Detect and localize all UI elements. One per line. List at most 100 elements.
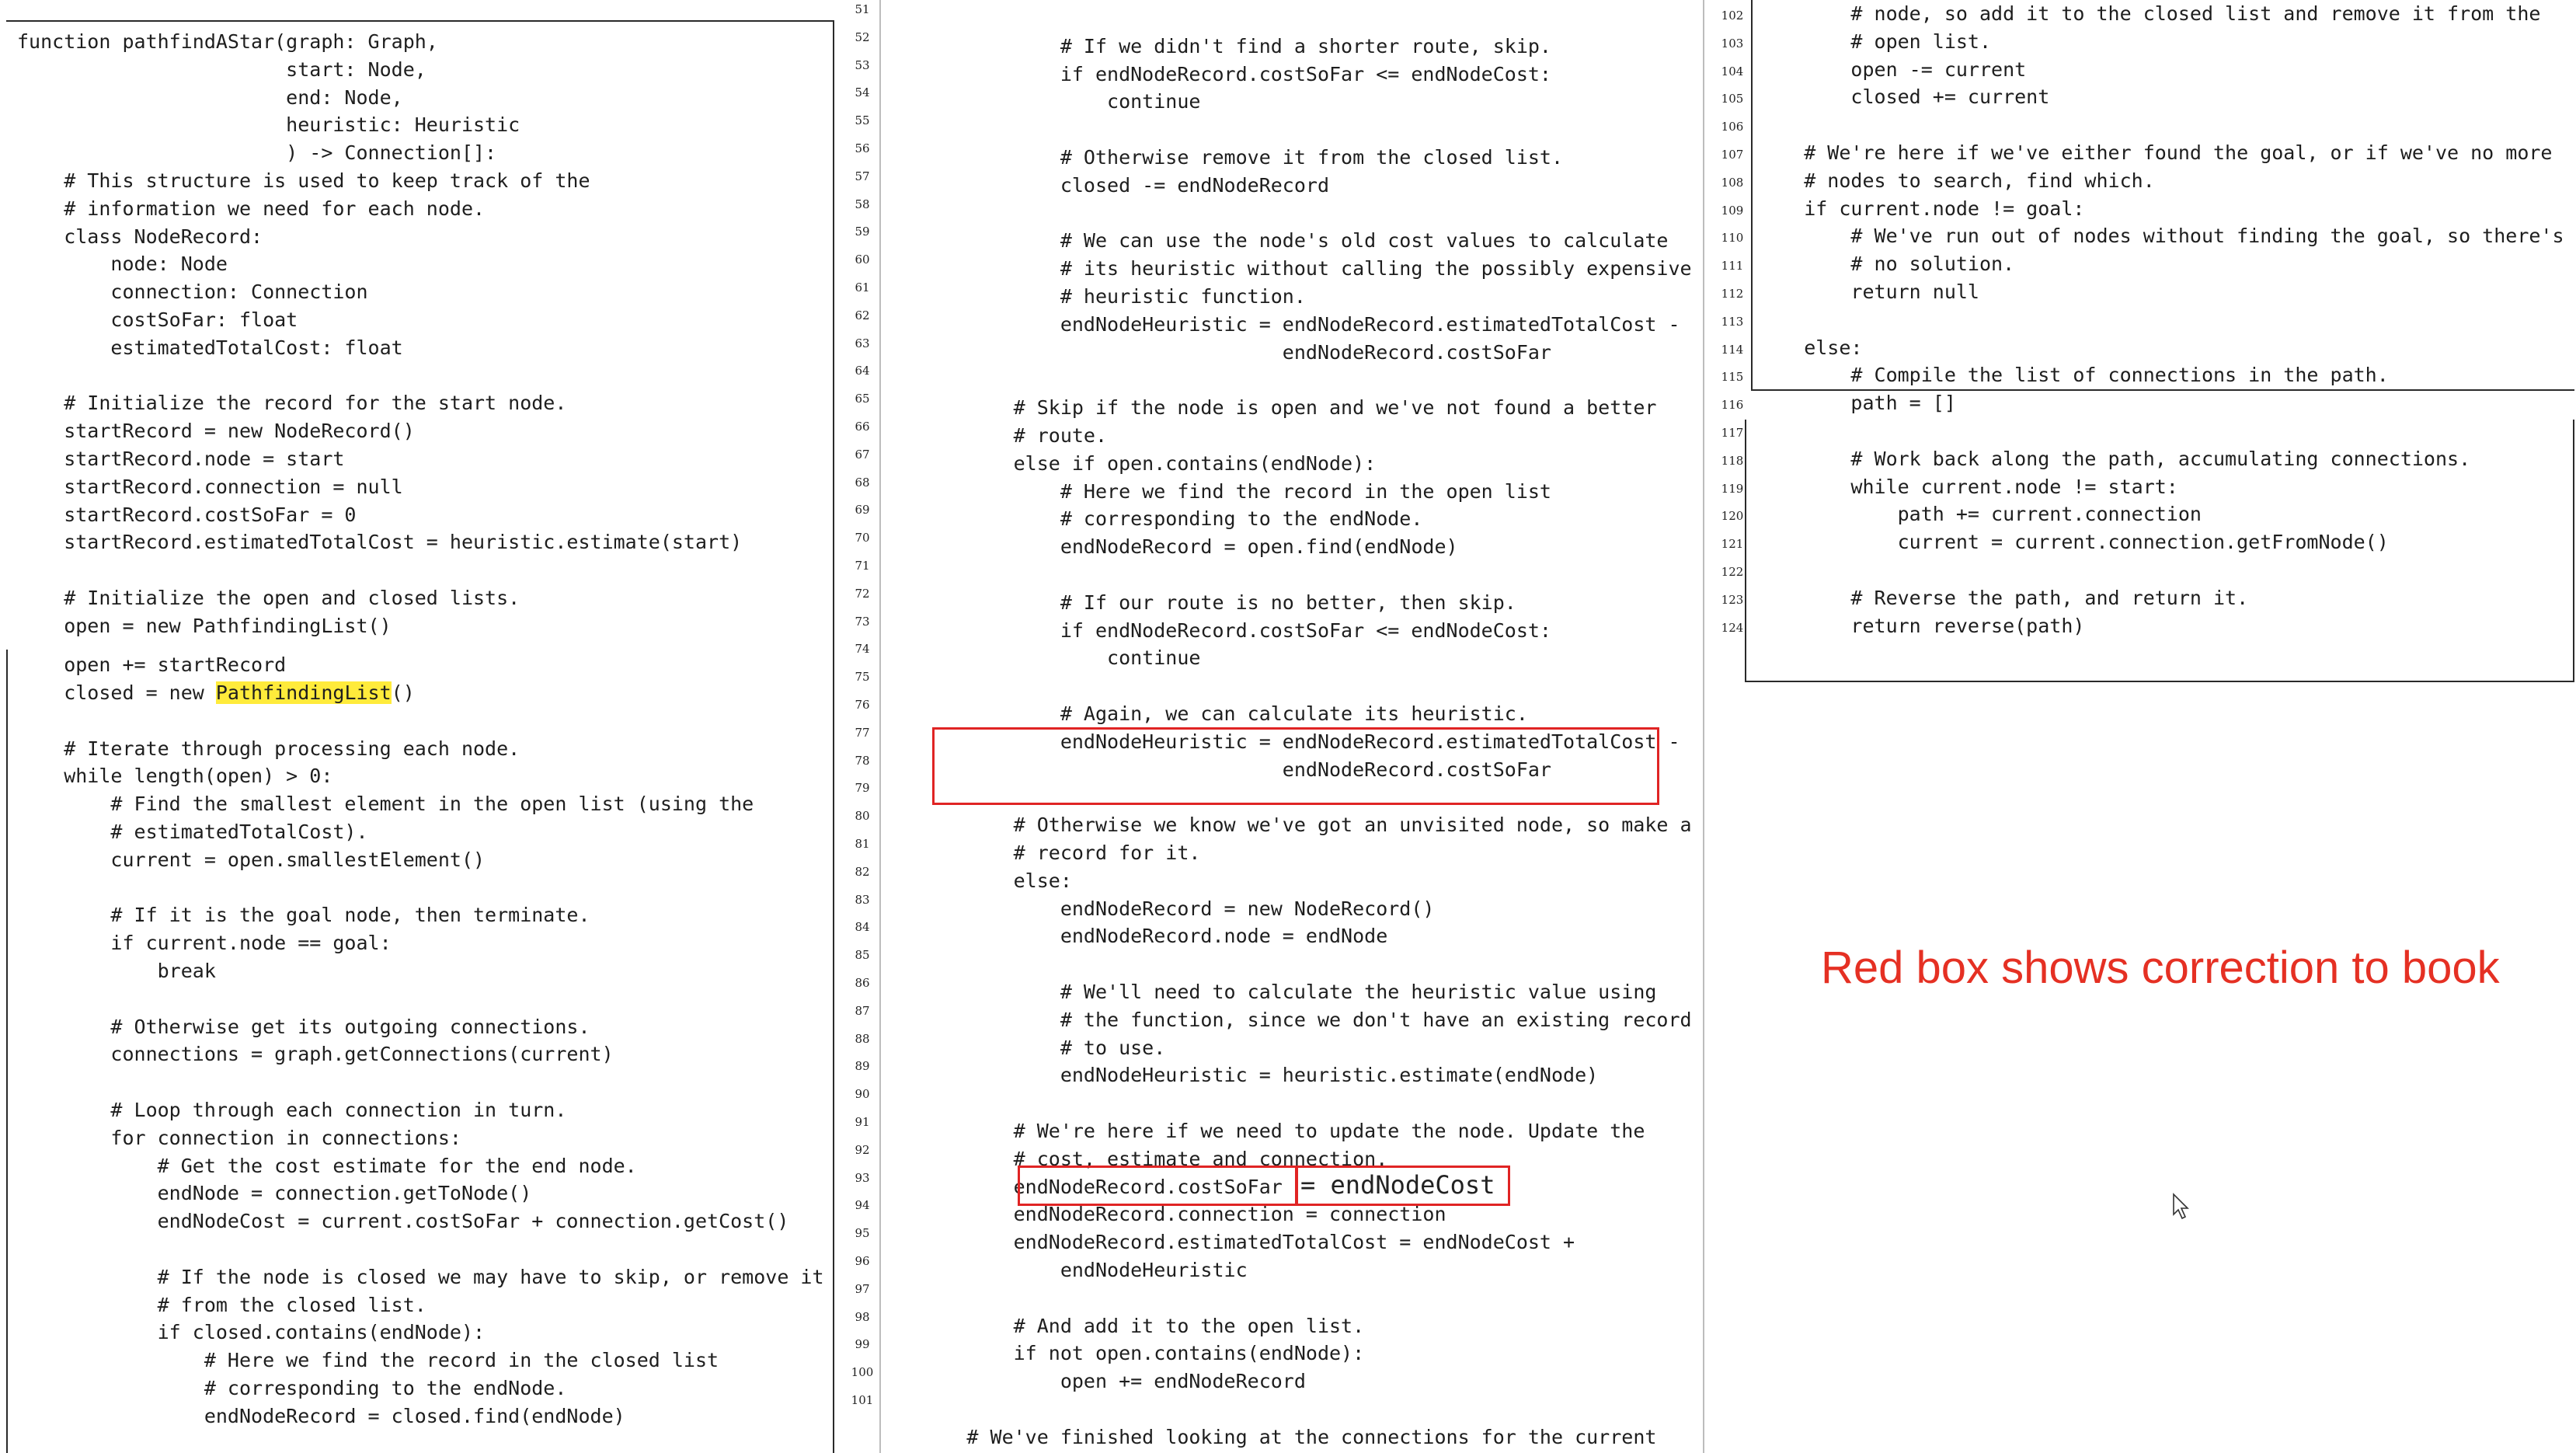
line-number: 118 xyxy=(1721,453,1744,468)
line-number: 110 xyxy=(1721,231,1744,246)
code-line: # Otherwise remove it from the closed li… xyxy=(873,146,1564,169)
code-line: current = open.smallestElement() xyxy=(17,848,486,871)
code-line: closed += current xyxy=(1757,85,2050,109)
code-line: startRecord.costSoFar = 0 xyxy=(17,503,357,526)
code-line: startRecord.connection = null xyxy=(17,475,403,498)
code-line: # Otherwise get its outgoing connections… xyxy=(17,1015,590,1038)
correction-box-costsofar xyxy=(1018,1166,1297,1206)
code-line: if current.node != goal: xyxy=(1757,197,2085,220)
code-line: # the function, since we don't have an e… xyxy=(873,1008,1692,1031)
code-line: endNode = connection.getToNode() xyxy=(17,1182,532,1205)
line-number: 111 xyxy=(1721,259,1744,274)
code-line: # If we didn't find a shorter route, ski… xyxy=(873,34,1551,57)
code-line: current = current.connection.getFromNode… xyxy=(1757,531,2389,554)
correction-text: = endNodeCost xyxy=(1300,1170,1495,1200)
code-line: continue xyxy=(873,646,1201,670)
code-line: return reverse(path) xyxy=(1757,614,2085,637)
code-line: # We've run out of nodes without finding… xyxy=(1757,225,2564,248)
middle-right-rule xyxy=(1703,0,1704,1453)
code-line: if endNodeRecord.costSoFar <= endNodeCos… xyxy=(873,62,1551,85)
code-line: # Iterate through processing each node. xyxy=(17,737,520,760)
line-number: 104 xyxy=(1721,64,1744,78)
code-line: closed -= endNodeRecord xyxy=(873,173,1329,197)
code-line: while current.node != start: xyxy=(1757,475,2178,498)
code-line: # Work back along the path, accumulating… xyxy=(1757,447,2471,470)
line-number: 108 xyxy=(1721,175,1744,190)
code-line: # heuristic function. xyxy=(873,285,1306,308)
code-line: # from the closed list. xyxy=(17,1293,426,1316)
line-number: 124 xyxy=(1721,620,1744,635)
code-line: if closed.contains(endNode): xyxy=(17,1321,486,1344)
code-line: open -= current xyxy=(1757,57,2027,81)
code-line: # If our route is no better, then skip. xyxy=(873,591,1516,614)
line-number: 106 xyxy=(1721,120,1744,134)
line-number: 115 xyxy=(1721,370,1744,385)
code-line: endNodeRecord = closed.find(endNode) xyxy=(17,1404,625,1427)
code-line: open += startRecord xyxy=(17,653,287,676)
line-number: 102 xyxy=(1721,9,1744,23)
mouse-cursor-icon xyxy=(2173,1193,2189,1220)
code-line: # route. xyxy=(873,424,1108,447)
line-number: 122 xyxy=(1721,565,1744,579)
code-fragment: () xyxy=(391,681,415,704)
code-line: # nodes to search, find which. xyxy=(1757,169,2155,192)
code-line: costSoFar: float xyxy=(17,308,298,331)
code-line: path += current.connection xyxy=(1757,503,2202,526)
code-line: connection: Connection xyxy=(17,280,368,304)
code-line: continue xyxy=(873,90,1201,113)
code-line: # Here we find the record in the closed … xyxy=(17,1349,719,1372)
code-line: # record for it. xyxy=(873,841,1201,864)
code-line: estimatedTotalCost: float xyxy=(17,336,403,359)
code-line: path = [] xyxy=(1757,392,1956,415)
code-line: endNodeCost = current.costSoFar + connec… xyxy=(17,1210,789,1233)
code-line: # And add it to the open list. xyxy=(873,1314,1365,1337)
code-line: startRecord.estimatedTotalCost = heurist… xyxy=(17,531,743,554)
code-line: # We're here if we've either found the g… xyxy=(1757,141,2553,164)
code-line: if endNodeRecord.costSoFar <= endNodeCos… xyxy=(873,618,1551,642)
line-number: 117 xyxy=(1721,426,1744,440)
code-line: startRecord.node = start xyxy=(17,448,345,470)
code-line: # Loop through each connection in turn. xyxy=(17,1099,567,1121)
code-fragment: closed = new xyxy=(17,681,216,704)
code-line: # Otherwise we know we've got an unvisit… xyxy=(873,814,1692,837)
code-line: while length(open) > 0: xyxy=(17,765,333,788)
code-line: # estimatedTotalCost). xyxy=(17,821,368,843)
code-line: end: Node, xyxy=(17,85,403,109)
line-number: 114 xyxy=(1721,342,1744,357)
code-line: else if open.contains(endNode): xyxy=(873,451,1377,475)
code-line: if current.node == goal: xyxy=(17,932,392,955)
code-line: endNodeRecord.costSoFar xyxy=(873,340,1551,364)
code-line: endNodeRecord.estimatedTotalCost = endNo… xyxy=(873,1231,1575,1254)
code-line: return null xyxy=(1757,280,1979,303)
code-line: open = new PathfindingList() xyxy=(17,614,392,637)
code-line: # Reverse the path, and return it. xyxy=(1757,586,2249,609)
line-number: 121 xyxy=(1721,537,1744,552)
code-line: start: Node, xyxy=(17,57,426,81)
code-line: # Initialize the open and closed lists. xyxy=(17,587,520,609)
line-number: 103 xyxy=(1721,36,1744,51)
code-line: # Initialize the record for the start no… xyxy=(17,392,567,415)
line-number: 51 xyxy=(855,2,870,16)
code-line: # If the node is closed we may have to s… xyxy=(17,1265,824,1288)
code-line: endNodeHeuristic = endNodeRecord.estimat… xyxy=(873,312,1680,336)
correction-annotation: Red box shows correction to book xyxy=(1821,943,2500,993)
code-line: heuristic: Heuristic xyxy=(17,113,520,137)
code-line: endNodeRecord = open.find(endNode) xyxy=(873,535,1458,559)
code-line: endNodeRecord.node = endNode xyxy=(873,925,1388,948)
code-line: # corresponding to the endNode. xyxy=(873,507,1423,531)
line-number: 113 xyxy=(1721,314,1744,329)
highlighted-text: PathfindingList xyxy=(215,681,392,704)
correction-box-heuristic xyxy=(932,727,1659,805)
code-line: # Get the cost estimate for the end node… xyxy=(17,1154,637,1177)
code-line: # Compile the list of connections in the… xyxy=(1757,364,2389,387)
code-line: # We're here if we need to update the no… xyxy=(873,1120,1645,1142)
code-line: # corresponding to the endNode. xyxy=(17,1377,567,1399)
code-line: if not open.contains(endNode): xyxy=(873,1342,1365,1365)
code-line: connections = graph.getConnections(curre… xyxy=(17,1043,614,1066)
line-number: 107 xyxy=(1721,148,1744,162)
line-number: 120 xyxy=(1721,509,1744,524)
left-lower-right-border xyxy=(833,650,834,1453)
code-line: # We've finished looking at the connecti… xyxy=(873,1425,1657,1448)
code-line: # Here we find the record in the open li… xyxy=(873,479,1551,503)
line-number: 112 xyxy=(1721,287,1744,301)
